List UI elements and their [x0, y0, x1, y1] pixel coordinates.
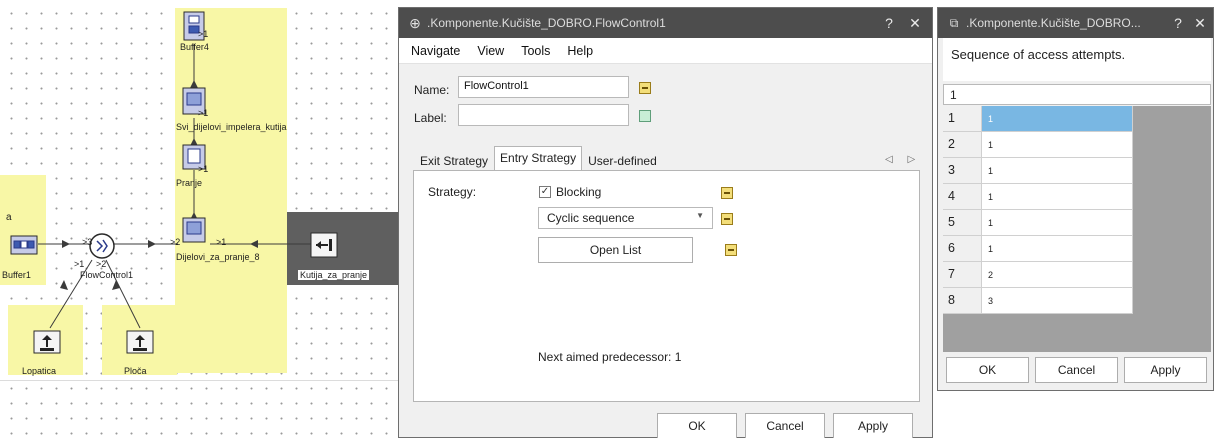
next-aimed-predecessor: Next aimed predecessor: 1: [538, 350, 682, 364]
seq-help-button[interactable]: ?: [1167, 15, 1189, 31]
row-header[interactable]: 5: [943, 210, 982, 236]
seq-apply-button[interactable]: Apply: [1124, 357, 1207, 383]
kutija-icon[interactable]: [310, 232, 338, 258]
label-color-icon[interactable]: [639, 110, 651, 122]
strategy-edit-icon[interactable]: [721, 213, 733, 225]
menu-bar: Navigate View Tools Help: [399, 38, 932, 64]
table-cell[interactable]: 3: [982, 288, 1133, 314]
flowcontrol-dialog: ⊕ .Komponente.Kučište_DOBRO.FlowControl1…: [398, 7, 933, 438]
table-cell[interactable]: 1: [982, 210, 1133, 236]
strategy-label: Strategy:: [428, 185, 477, 199]
label-label: Label:: [414, 111, 447, 125]
lopatica-label: Lopatica: [22, 366, 57, 376]
tab-bar: Exit Strategy Entry Strategy User-define…: [414, 146, 663, 171]
row-header[interactable]: 6: [943, 236, 982, 262]
table-row: 8 3: [943, 288, 1133, 314]
seq-close-button[interactable]: ✕: [1189, 15, 1211, 32]
strategy-select-value: Cyclic sequence: [547, 211, 635, 225]
kutija-label: Kutija_za_pranje: [298, 270, 370, 280]
row-header[interactable]: 3: [943, 158, 982, 184]
tab-entry-strategy[interactable]: Entry Strategy: [494, 146, 583, 171]
pranje-label: Pranje: [176, 178, 203, 188]
model-canvas[interactable]: >1 Buffer4 >1 Svi_dijelovi_impelera_kuti…: [0, 0, 398, 438]
row-header[interactable]: 2: [943, 132, 982, 158]
dijelovi-label: Dijelovi_za_pranje_8: [176, 252, 260, 262]
tab-scroll-arrows[interactable]: ◁ ▷: [885, 154, 921, 165]
dijelovi-icon[interactable]: [181, 216, 207, 244]
seq-dialog-titlebar[interactable]: ⧉ .Komponente.Kučište_DOBRO... ? ✕: [938, 8, 1213, 38]
port-dijelovi-2: >2: [170, 237, 181, 247]
sequence-count-input[interactable]: 1: [943, 84, 1211, 105]
help-button[interactable]: ?: [876, 15, 902, 31]
open-list-button[interactable]: Open List: [538, 237, 693, 263]
ploca-icon[interactable]: [126, 330, 154, 354]
ok-button[interactable]: OK: [657, 413, 737, 438]
flow-dialog-title: .Komponente.Kučište_DOBRO.FlowControl1: [427, 16, 666, 30]
table-row: 6 1: [943, 236, 1133, 262]
port-svi: >1: [198, 108, 209, 118]
menu-tools[interactable]: Tools: [521, 44, 550, 58]
screen: >1 Buffer4 >1 Svi_dijelovi_impelera_kuti…: [0, 0, 1214, 438]
table-row: 4 1: [943, 184, 1133, 210]
table-cell[interactable]: 1: [982, 184, 1133, 210]
seq-cancel-button[interactable]: Cancel: [1035, 357, 1118, 383]
menu-help[interactable]: Help: [567, 44, 593, 58]
blocking-label: Blocking: [556, 185, 602, 199]
table-row: 5 1: [943, 210, 1133, 236]
seq-dialog-title: .Komponente.Kučište_DOBRO...: [966, 16, 1141, 30]
port-pranje: >1: [198, 164, 209, 174]
open-list-edit-icon[interactable]: [725, 244, 737, 256]
sequence-dialog: ⧉ .Komponente.Kučište_DOBRO... ? ✕ Seque…: [937, 7, 1214, 391]
svi-dijelovi-label: Svi_dijelovi_impelera_kutija: [176, 122, 287, 132]
table-cell[interactable]: 1: [982, 236, 1133, 262]
table-cell[interactable]: 1: [982, 158, 1133, 184]
port-buffer4: >1: [198, 29, 209, 39]
table-row: 1 1: [943, 106, 1133, 132]
row-header[interactable]: 8: [943, 288, 982, 314]
port-fc-1: >1: [74, 259, 85, 269]
row-header[interactable]: 7: [943, 262, 982, 288]
row-header[interactable]: 4: [943, 184, 982, 210]
tab-exit-strategy[interactable]: Exit Strategy: [414, 149, 494, 171]
port-dijelovi-1: >1: [216, 237, 227, 247]
ploca-label: Ploča: [124, 366, 147, 376]
name-input[interactable]: FlowControl1: [458, 76, 629, 98]
flowcontrol-label: FlowControl1: [80, 270, 134, 280]
buffer1-label: Buffer1: [2, 270, 31, 280]
entry-strategy-panel: Strategy: ✓ Blocking Cyclic sequence ▼ O…: [413, 170, 920, 402]
port-fc-2: >2: [96, 259, 107, 269]
strategy-select[interactable]: Cyclic sequence ▼: [538, 207, 713, 229]
seq-ok-button[interactable]: OK: [946, 357, 1029, 383]
table-row: 7 2: [943, 262, 1133, 288]
window-icon: ⧉: [949, 16, 959, 30]
canvas-boundary: [0, 380, 398, 381]
port-fc-3: >3: [82, 237, 93, 247]
app-gear-icon: ⊕: [409, 15, 421, 31]
label-input[interactable]: [458, 104, 629, 126]
apply-button[interactable]: Apply: [833, 413, 913, 438]
menu-navigate[interactable]: Navigate: [411, 44, 460, 58]
sequence-description: Sequence of access attempts.: [943, 38, 1211, 81]
table-row: 3 1: [943, 158, 1133, 184]
close-button[interactable]: ✕: [902, 15, 928, 32]
name-edit-icon[interactable]: [639, 82, 651, 94]
left-partial-label: a: [6, 212, 12, 223]
menu-view[interactable]: View: [477, 44, 504, 58]
flow-dialog-titlebar[interactable]: ⊕ .Komponente.Kučište_DOBRO.FlowControl1…: [399, 8, 932, 38]
buffer1-icon[interactable]: [10, 234, 38, 256]
sequence-table: 1 1 2 1 3 1 4 1 5 1 6 1 7 2 8 3: [943, 106, 1211, 352]
lopatica-icon[interactable]: [33, 330, 61, 354]
buffer4-label: Buffer4: [180, 42, 209, 52]
name-label: Name:: [414, 83, 450, 97]
table-row: 2 1: [943, 132, 1133, 158]
chevron-down-icon: ▼: [696, 211, 704, 220]
blocking-edit-icon[interactable]: [721, 187, 733, 199]
table-cell[interactable]: 1: [982, 106, 1133, 132]
table-cell[interactable]: 1: [982, 132, 1133, 158]
blocking-checkbox[interactable]: ✓: [539, 186, 551, 198]
tab-user-defined[interactable]: User-defined: [582, 149, 663, 171]
cancel-button[interactable]: Cancel: [745, 413, 825, 438]
row-header[interactable]: 1: [943, 106, 982, 132]
table-cell[interactable]: 2: [982, 262, 1133, 288]
